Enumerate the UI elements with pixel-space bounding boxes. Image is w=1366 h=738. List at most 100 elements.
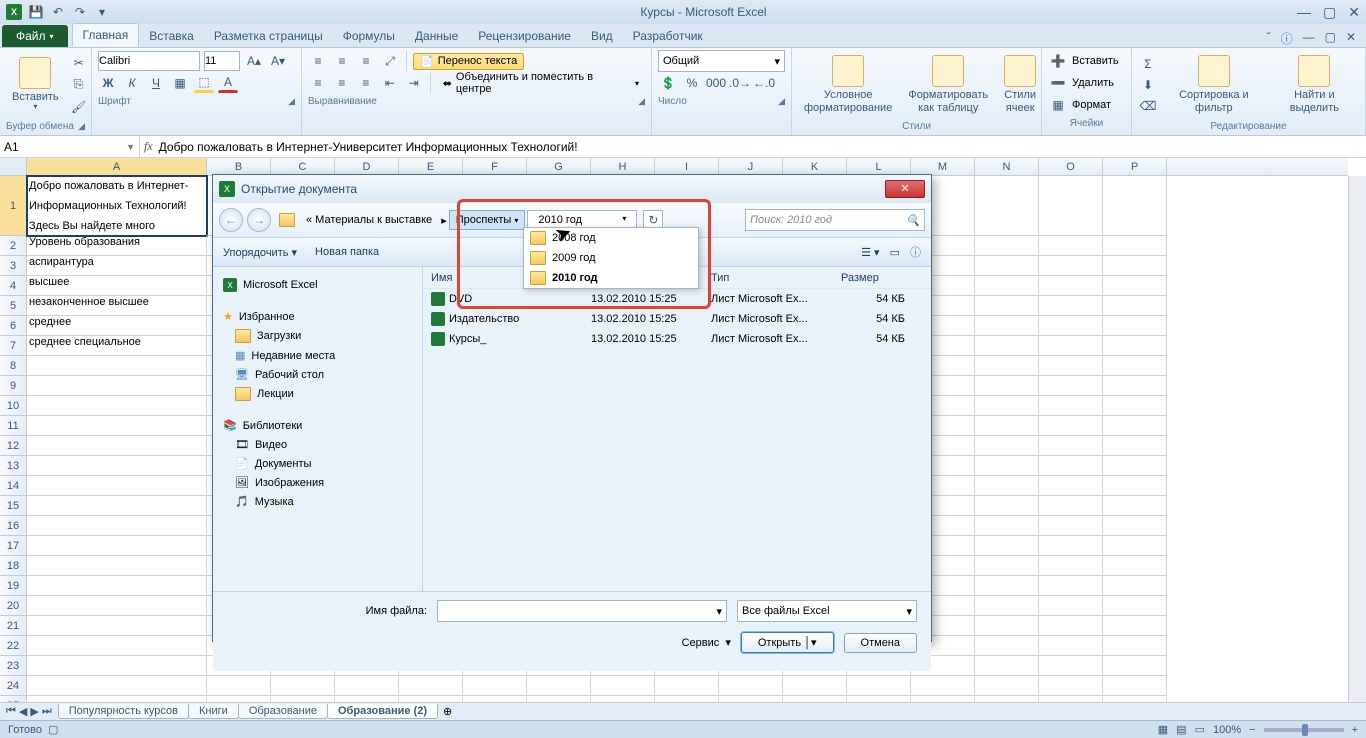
- comma-icon[interactable]: 000: [706, 73, 726, 93]
- name-box[interactable]: A1▼: [0, 136, 140, 157]
- filename-input[interactable]: ▾: [437, 600, 727, 622]
- indent-dec-icon[interactable]: ⇤: [380, 73, 400, 93]
- tab-home[interactable]: Главная: [72, 23, 140, 47]
- fill-icon[interactable]: ⬇: [1138, 75, 1158, 95]
- cell[interactable]: [975, 336, 1039, 356]
- cell[interactable]: [1039, 236, 1103, 256]
- sheet-nav[interactable]: ⏮◀▶⏭: [0, 705, 58, 718]
- cell[interactable]: [975, 356, 1039, 376]
- cell[interactable]: [27, 476, 207, 496]
- cell[interactable]: [27, 436, 207, 456]
- sidebar-item[interactable]: 🎵Музыка: [223, 492, 412, 511]
- dialog-launcher-icon[interactable]: ◢: [78, 121, 85, 132]
- tab-review[interactable]: Рецензирование: [468, 25, 581, 47]
- cell[interactable]: [27, 396, 207, 416]
- cell[interactable]: [975, 236, 1039, 256]
- cell[interactable]: [1039, 496, 1103, 516]
- cell[interactable]: Добро пожаловать в Интернет-Информационн…: [27, 176, 207, 236]
- cell[interactable]: [1039, 356, 1103, 376]
- row-header[interactable]: 8: [0, 356, 26, 376]
- column-header[interactable]: O: [1039, 158, 1103, 175]
- cell[interactable]: [1039, 256, 1103, 276]
- close-icon[interactable]: ✕: [1348, 4, 1360, 21]
- tools-button[interactable]: Сервис ▾: [682, 636, 731, 649]
- insert-cells-icon[interactable]: ➕: [1048, 51, 1068, 71]
- cell[interactable]: [27, 516, 207, 536]
- file-filter-combo[interactable]: Все файлы Excel▾: [737, 600, 917, 622]
- cell[interactable]: [975, 456, 1039, 476]
- tab-data[interactable]: Данные: [405, 25, 468, 47]
- organize-button[interactable]: Упорядочить ▾: [223, 246, 297, 259]
- row-header[interactable]: 15: [0, 496, 26, 516]
- cell[interactable]: [975, 396, 1039, 416]
- align-left-icon[interactable]: ≡: [308, 73, 328, 93]
- wrap-text-button[interactable]: 📄Перенос текста: [413, 53, 524, 70]
- row-header[interactable]: 16: [0, 516, 26, 536]
- cell[interactable]: [1039, 616, 1103, 636]
- sidebar-item[interactable]: Загрузки: [223, 326, 412, 346]
- column-header[interactable]: J: [719, 158, 783, 175]
- cell[interactable]: [1039, 336, 1103, 356]
- minimize-icon[interactable]: —: [1297, 4, 1311, 21]
- cell[interactable]: [975, 176, 1039, 236]
- open-button[interactable]: Открыть │▾: [741, 632, 834, 653]
- border-icon[interactable]: ▦: [170, 73, 190, 93]
- cell[interactable]: среднее специальное: [27, 336, 207, 356]
- dropdown-item[interactable]: 2008 год: [524, 228, 698, 248]
- column-header[interactable]: H: [591, 158, 655, 175]
- cell[interactable]: [1103, 536, 1167, 556]
- row-header[interactable]: 9: [0, 376, 26, 396]
- dialog-launcher-icon[interactable]: ◢: [778, 96, 785, 107]
- cell[interactable]: [1103, 256, 1167, 276]
- fill-color-icon[interactable]: ⬚: [194, 73, 214, 93]
- column-header[interactable]: K: [783, 158, 847, 175]
- file-row[interactable]: Курсы_13.02.2010 15:25Лист Microsoft Ex.…: [423, 329, 931, 349]
- dialog-search-input[interactable]: Поиск: 2010 год🔍: [745, 209, 925, 231]
- row-header[interactable]: 6: [0, 316, 26, 336]
- file-tab[interactable]: Файл▾: [2, 25, 68, 47]
- sheet-tab[interactable]: Образование: [238, 704, 328, 719]
- view-mode-button[interactable]: ☰ ▾: [861, 246, 879, 259]
- cell[interactable]: [1039, 416, 1103, 436]
- cell[interactable]: [27, 596, 207, 616]
- sidebar-item[interactable]: 🖥Рабочий стол: [223, 365, 412, 384]
- cell[interactable]: [1039, 456, 1103, 476]
- cell[interactable]: [1103, 376, 1167, 396]
- cell[interactable]: [27, 456, 207, 476]
- cell[interactable]: [847, 676, 911, 696]
- sidebar-favorites[interactable]: ★Избранное: [223, 307, 412, 326]
- formula-input[interactable]: Добро пожаловать в Интернет-Университет …: [159, 140, 578, 154]
- font-name-combo[interactable]: [98, 51, 200, 71]
- cell[interactable]: [591, 676, 655, 696]
- row-header[interactable]: 4: [0, 276, 26, 296]
- cell[interactable]: [1103, 276, 1167, 296]
- cell[interactable]: [1039, 676, 1103, 696]
- clear-icon[interactable]: ⌫: [1138, 96, 1158, 116]
- delete-cells-icon[interactable]: ➖: [1048, 73, 1068, 93]
- cell[interactable]: [1039, 536, 1103, 556]
- row-header[interactable]: 7: [0, 336, 26, 356]
- cell[interactable]: [1103, 316, 1167, 336]
- currency-icon[interactable]: 💲: [658, 73, 678, 93]
- cell[interactable]: [975, 596, 1039, 616]
- cell[interactable]: [27, 576, 207, 596]
- cell[interactable]: [527, 676, 591, 696]
- row-header[interactable]: 1: [0, 176, 26, 236]
- macro-icon[interactable]: ▢: [48, 723, 58, 736]
- row-header[interactable]: 10: [0, 396, 26, 416]
- row-header[interactable]: 11: [0, 416, 26, 436]
- tab-insert[interactable]: Вставка: [139, 25, 204, 47]
- row-header[interactable]: 13: [0, 456, 26, 476]
- restore-icon[interactable]: ▢: [1323, 4, 1336, 21]
- select-all-corner[interactable]: [0, 158, 27, 176]
- cell[interactable]: [975, 296, 1039, 316]
- sidebar-item[interactable]: ▦Недавние места: [223, 346, 412, 365]
- cell[interactable]: [27, 496, 207, 516]
- cell[interactable]: [1039, 376, 1103, 396]
- zoom-slider[interactable]: [1264, 728, 1344, 732]
- sidebar-item[interactable]: Лекции: [223, 384, 412, 404]
- qat-more-icon[interactable]: ▾: [94, 4, 110, 20]
- cell[interactable]: [1039, 476, 1103, 496]
- sidebar-libraries[interactable]: 📚Библиотеки: [223, 416, 412, 435]
- cell[interactable]: [719, 676, 783, 696]
